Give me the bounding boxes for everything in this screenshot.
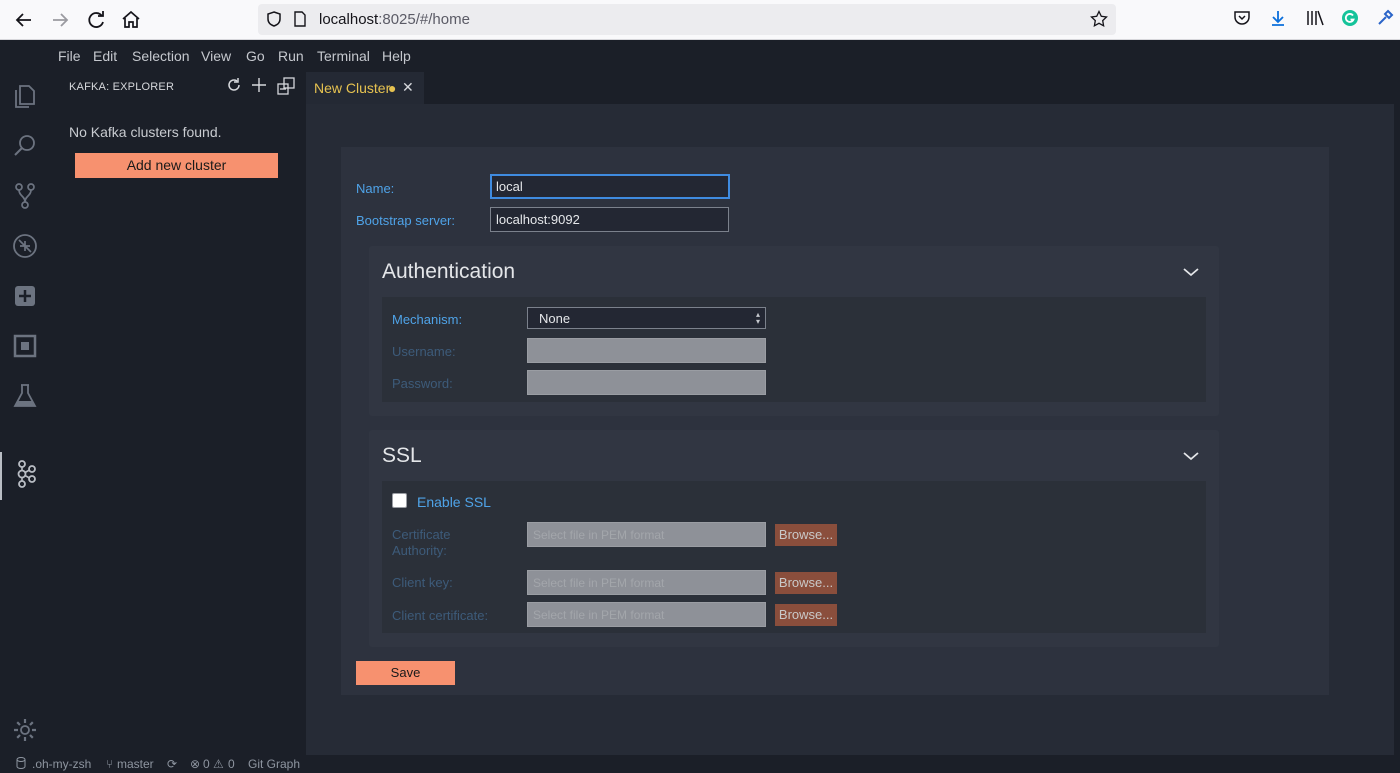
search-icon[interactable]: [9, 132, 41, 164]
explorer-files-icon[interactable]: [9, 82, 41, 114]
kafka-icon[interactable]: [9, 460, 41, 492]
refresh-icon[interactable]: [224, 77, 244, 97]
sync-icon[interactable]: ⟳: [167, 757, 177, 771]
ssl-title[interactable]: SSL: [382, 444, 422, 468]
new-cluster-form: Name: local Bootstrap server: localhost:…: [341, 147, 1329, 695]
url-text[interactable]: localhost:8025/#/home: [319, 11, 470, 28]
menu-edit[interactable]: Edit: [93, 48, 117, 64]
username-input[interactable]: [527, 338, 766, 363]
settings-gear-icon[interactable]: [9, 716, 41, 748]
add-new-cluster-button[interactable]: Add new cluster: [75, 153, 278, 178]
remote-explorer-icon[interactable]: [9, 332, 41, 364]
home-icon[interactable]: [119, 8, 143, 32]
run-debug-icon[interactable]: [9, 232, 41, 264]
name-label: Name:: [356, 181, 395, 196]
activity-bar: [0, 72, 50, 755]
authentication-section: Authentication Mechanism: None ▴ ▾ Userna…: [369, 246, 1219, 416]
menu-terminal[interactable]: Terminal: [317, 48, 370, 64]
grammarly-icon[interactable]: [1339, 9, 1361, 33]
reload-icon[interactable]: [84, 8, 108, 32]
status-bar: .oh-my-zsh ⑂ master ⟳ ⊗ 0 ⚠ 0 Git Graph: [0, 755, 1400, 773]
sidebar-title: KAFKA: EXPLORER: [69, 81, 175, 93]
ssl-body: Enable SSL Certificate Authority: Select…: [382, 481, 1206, 633]
pocket-icon[interactable]: [1231, 9, 1253, 33]
branch-icon: ⑂: [106, 757, 114, 771]
forward-icon[interactable]: [48, 8, 72, 32]
back-icon[interactable]: [12, 8, 36, 32]
tab-label: New Cluster: [314, 80, 391, 96]
editor-area: Name: local Bootstrap server: localhost:…: [306, 104, 1394, 755]
enable-ssl-checkbox[interactable]: [392, 493, 407, 508]
vscode-window: File Edit Selection View Go Run Terminal…: [0, 40, 1400, 773]
menu-help[interactable]: Help: [382, 48, 411, 64]
browse-client-key-button[interactable]: Browse...: [775, 572, 837, 594]
error-icon: ⊗: [190, 757, 201, 771]
client-certificate-label: Client certificate:: [392, 608, 489, 623]
client-key-label: Client key:: [392, 575, 453, 590]
browser-toolbar: localhost:8025/#/home: [0, 0, 1400, 40]
menu-view[interactable]: View: [201, 48, 231, 64]
testing-flask-icon[interactable]: [9, 382, 41, 414]
extensions-add-icon[interactable]: [9, 282, 41, 314]
eyedropper-icon[interactable]: [1374, 9, 1396, 33]
bookmark-star-icon[interactable]: [1090, 9, 1108, 32]
empty-clusters-message: No Kafka clusters found.: [69, 124, 222, 140]
error-count[interactable]: 0: [203, 757, 210, 771]
client-key-input[interactable]: Select file in PEM format: [527, 570, 766, 595]
source-control-icon[interactable]: [9, 182, 41, 214]
menu-selection[interactable]: Selection: [132, 48, 190, 64]
branch-label[interactable]: master: [117, 757, 154, 771]
certificate-authority-label-line1: Certificate: [392, 527, 451, 542]
menu-bar: File Edit Selection View Go Run Terminal…: [0, 40, 1400, 72]
collapse-all-icon[interactable]: [276, 77, 296, 97]
warning-icon: ⚠: [213, 757, 224, 771]
database-icon: [16, 757, 26, 772]
page-icon: [292, 10, 308, 32]
authentication-body: Mechanism: None ▴ ▾ Username: Password:: [382, 297, 1206, 402]
password-label: Password:: [392, 376, 453, 391]
active-view-indicator: [0, 452, 2, 500]
enable-ssl-label[interactable]: Enable SSL: [417, 494, 491, 510]
url-path: :8025/#/home: [378, 11, 470, 28]
authentication-title[interactable]: Authentication: [382, 260, 515, 284]
mechanism-value: None: [539, 311, 571, 326]
url-host: localhost: [319, 11, 379, 28]
ssl-section: SSL Enable SSL Certificate Authority: Se…: [369, 430, 1219, 647]
url-bar[interactable]: localhost:8025/#/home: [258, 4, 1116, 35]
certificate-authority-label-line2: Authority:: [392, 543, 447, 558]
kafka-explorer-sidebar: KAFKA: EXPLORER No Kafka clusters found.…: [50, 72, 306, 755]
shield-icon[interactable]: [265, 10, 283, 32]
select-arrows-icon: ▴ ▾: [755, 310, 760, 326]
save-button[interactable]: Save: [356, 661, 455, 685]
warning-count[interactable]: 0: [228, 757, 235, 771]
mechanism-select[interactable]: None ▴ ▾: [527, 307, 766, 329]
certificate-authority-input[interactable]: Select file in PEM format: [527, 522, 766, 547]
editor-tab-bar: New Cluster ● ✕: [306, 72, 1400, 104]
chevron-down-icon[interactable]: [1181, 262, 1201, 282]
name-input[interactable]: local: [490, 174, 730, 199]
library-icon[interactable]: [1304, 9, 1326, 33]
bootstrap-server-input[interactable]: localhost:9092: [490, 207, 729, 232]
download-icon[interactable]: [1267, 9, 1289, 33]
bootstrap-server-label: Bootstrap server:: [356, 213, 455, 228]
client-certificate-input[interactable]: Select file in PEM format: [527, 602, 766, 627]
git-graph-label[interactable]: Git Graph: [248, 757, 300, 771]
close-tab-icon[interactable]: ✕: [402, 79, 414, 96]
chevron-down-icon[interactable]: [1181, 446, 1201, 466]
username-label: Username:: [392, 344, 456, 359]
add-icon[interactable]: [249, 77, 269, 97]
browse-ca-button[interactable]: Browse...: [775, 524, 837, 546]
menu-go[interactable]: Go: [246, 48, 265, 64]
tab-new-cluster[interactable]: New Cluster ● ✕: [306, 72, 424, 104]
menu-file[interactable]: File: [58, 48, 81, 64]
unsaved-dot-icon: ●: [388, 80, 397, 96]
workspace-label[interactable]: .oh-my-zsh: [32, 757, 91, 771]
password-input[interactable]: [527, 370, 766, 395]
mechanism-label: Mechanism:: [392, 312, 463, 327]
browse-client-certificate-button[interactable]: Browse...: [775, 604, 837, 626]
menu-run[interactable]: Run: [278, 48, 304, 64]
